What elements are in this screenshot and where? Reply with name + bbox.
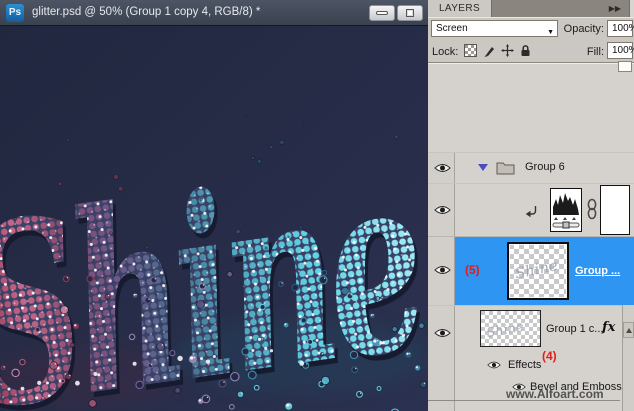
opacity-input[interactable]: 100% <box>607 20 634 37</box>
layers-scrollbar[interactable] <box>622 305 634 411</box>
tab-layers[interactable]: LAYERS <box>428 0 492 17</box>
tutorial-annotation-5: (5) <box>465 263 480 277</box>
layer-mask-thumbnail[interactable] <box>600 185 630 235</box>
lock-all-icon[interactable] <box>519 44 532 57</box>
levels-thumbnail[interactable] <box>550 188 582 232</box>
layers-list: Group 6 (5) Shine Group ... Shine Group … <box>428 61 634 411</box>
minimize-icon <box>376 11 388 15</box>
blend-mode-value: Screen <box>436 23 468 34</box>
document-window: Ps glitter.psd @ 50% (Group 1 copy 4, RG… <box>0 0 428 411</box>
eye-icon[interactable] <box>434 264 451 276</box>
document-title: glitter.psd @ 50% (Group 1 copy 4, RGB/8… <box>32 6 261 18</box>
fx-icon[interactable]: fx <box>602 320 615 335</box>
eye-icon[interactable] <box>434 162 451 174</box>
folder-icon <box>496 162 515 175</box>
layer-name-editing[interactable]: Group ... <box>575 265 620 277</box>
layer-thumbnail[interactable]: Shine <box>480 310 541 347</box>
lock-pixels-icon[interactable] <box>483 44 496 57</box>
eye-icon[interactable] <box>434 204 451 216</box>
layers-controls: Screen ▼ Opacity: 100% Lock: Fill: 100% <box>428 17 634 63</box>
lock-label: Lock: <box>432 46 459 58</box>
svg-text:Shine: Shine <box>513 256 559 283</box>
fill-input[interactable]: 100% <box>607 42 634 59</box>
maximize-button[interactable] <box>397 5 423 21</box>
clipping-mask-icon <box>525 206 537 218</box>
link-icon[interactable] <box>586 198 598 220</box>
layer-name: Group 6 <box>525 161 565 173</box>
collapse-panel-icon[interactable]: ▶▶ <box>609 4 621 13</box>
group-expander-icon[interactable] <box>478 164 488 171</box>
effects-label: Effects <box>508 359 542 371</box>
lock-transparency-icon[interactable] <box>464 44 477 57</box>
panel-tab-bar: LAYERS ▶▶ <box>428 0 634 17</box>
layer-row-selected[interactable]: (5) Shine Group ... <box>428 236 634 305</box>
layer-row-group6[interactable]: Group 6 <box>428 152 634 183</box>
glitter-artwork: Shine <box>0 26 428 411</box>
watermark: www.Alfoart.com <box>506 387 604 401</box>
layer-thumbnail[interactable]: Shine <box>507 242 569 300</box>
photoshop-app-icon: Ps <box>6 4 24 22</box>
effects-row[interactable]: Effects <box>428 356 634 377</box>
eye-icon[interactable] <box>487 360 501 370</box>
opacity-label: Opacity: <box>563 23 604 35</box>
chevron-down-icon: ▼ <box>547 29 554 36</box>
photoshop-workspace: Ps glitter.psd @ 50% (Group 1 copy 4, RG… <box>0 0 634 411</box>
layer-row-adjustment[interactable] <box>428 183 634 236</box>
canvas[interactable]: Shine <box>0 26 428 411</box>
blend-mode-select[interactable]: Screen ▼ <box>431 20 558 37</box>
scrollbar-top-fragment <box>618 61 632 72</box>
layers-panel: LAYERS ▶▶ Screen ▼ Opacity: 100% Lock: <box>428 0 634 411</box>
minimize-button[interactable] <box>369 5 395 21</box>
document-titlebar[interactable]: Ps glitter.psd @ 50% (Group 1 copy 4, RG… <box>0 0 428 26</box>
scrollbar-up-icon[interactable] <box>623 322 634 338</box>
layer-name: Group 1 c... <box>546 323 604 335</box>
svg-text:Shine: Shine <box>485 320 525 341</box>
eye-icon[interactable] <box>434 327 451 339</box>
layer-row-group1-copy[interactable]: Shine Group 1 c... fx <box>428 305 634 348</box>
panel-frame-fragment <box>629 0 634 17</box>
fill-label: Fill: <box>586 46 604 58</box>
lock-position-icon[interactable] <box>501 44 514 57</box>
maximize-icon <box>406 9 414 17</box>
